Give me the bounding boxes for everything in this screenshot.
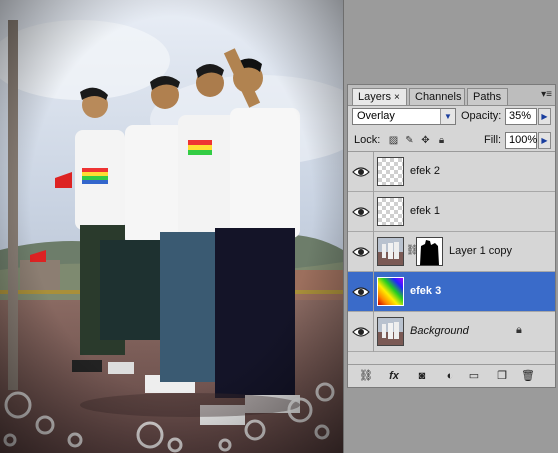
- lock-label: Lock:: [354, 134, 381, 146]
- layer-row-layer-1-copy[interactable]: ⛓ Layer 1 copy: [348, 232, 555, 272]
- lock-pixels-icon[interactable]: ✎: [404, 135, 415, 146]
- tab-layers[interactable]: Layers ×: [352, 88, 407, 105]
- layer-name: efek 3: [410, 285, 442, 297]
- layer-name: efek 1: [410, 205, 440, 217]
- panel-bottom-toolbar: ⛓ fx ◙ ◐ ▭ ❐ 🗑︎: [348, 364, 555, 387]
- blend-mode-select[interactable]: Overlay ▼: [352, 108, 456, 125]
- document-canvas[interactable]: [0, 0, 343, 453]
- panel-menu-icon[interactable]: ▾≡: [541, 89, 552, 100]
- lock-icon: 🔒︎: [516, 324, 522, 336]
- layer-name: Layer 1 copy: [449, 245, 512, 257]
- fill-input[interactable]: 100%: [505, 132, 537, 149]
- fill-slider-arrow-icon[interactable]: ▶: [538, 132, 551, 149]
- layer-thumbnail: [377, 237, 404, 266]
- tab-channels-label: Channels: [415, 91, 462, 103]
- layer-thumbnail: [377, 317, 404, 346]
- opacity-label: Opacity:: [461, 110, 502, 122]
- layer-row-efek-2[interactable]: efek 2: [348, 152, 555, 192]
- eye-icon[interactable]: [352, 163, 370, 181]
- layer-mask-thumbnail[interactable]: [416, 237, 443, 266]
- layers-panel: Layers × Channels Paths ▾≡ Overlay ▼ Opac…: [347, 84, 556, 388]
- layer-thumbnail: [377, 157, 404, 186]
- layers-list: efek 2 efek 1 ⛓ Layer 1 copy efek 3 Back…: [348, 152, 555, 365]
- new-layer-icon[interactable]: ❐: [494, 369, 510, 383]
- folder-icon[interactable]: ▭: [466, 369, 482, 383]
- photo-image: [0, 0, 343, 453]
- eye-icon[interactable]: [352, 283, 370, 301]
- layer-name: Background: [410, 325, 469, 337]
- dropdown-arrow-icon: ▼: [440, 109, 455, 124]
- link-icon[interactable]: ⛓: [358, 369, 374, 383]
- lock-transparency-icon[interactable]: ▨: [388, 135, 399, 146]
- layer-thumbnail: [377, 277, 404, 306]
- tab-layers-label: Layers: [358, 91, 392, 103]
- close-icon[interactable]: ×: [394, 92, 400, 103]
- trash-icon[interactable]: 🗑︎: [520, 369, 536, 383]
- tab-paths-label: Paths: [473, 91, 502, 103]
- opacity-input[interactable]: 35%: [505, 108, 537, 125]
- blend-mode-value: Overlay: [357, 110, 395, 122]
- layer-row-efek-1[interactable]: efek 1: [348, 192, 555, 232]
- layer-name: efek 2: [410, 165, 440, 177]
- eye-icon[interactable]: [352, 323, 370, 341]
- tab-paths[interactable]: Paths: [467, 88, 508, 105]
- eye-icon[interactable]: [352, 243, 370, 261]
- tab-channels[interactable]: Channels: [409, 88, 465, 105]
- add-mask-icon[interactable]: ◙: [414, 369, 430, 383]
- layer-row-background[interactable]: Background 🔒︎: [348, 312, 555, 352]
- panel-tabs: Layers × Channels Paths ▾≡: [348, 85, 555, 106]
- lock-position-icon[interactable]: ✥: [420, 135, 431, 146]
- fill-label: Fill:: [484, 134, 502, 146]
- fx-icon[interactable]: fx: [386, 369, 402, 383]
- eye-icon[interactable]: [352, 203, 370, 221]
- lock-all-icon[interactable]: 🔒︎: [436, 135, 447, 146]
- adjustment-icon[interactable]: ◐: [442, 369, 458, 383]
- opacity-slider-arrow-icon[interactable]: ▶: [538, 108, 551, 125]
- layer-thumbnail: [377, 197, 404, 226]
- layer-row-efek-3[interactable]: efek 3: [348, 272, 555, 312]
